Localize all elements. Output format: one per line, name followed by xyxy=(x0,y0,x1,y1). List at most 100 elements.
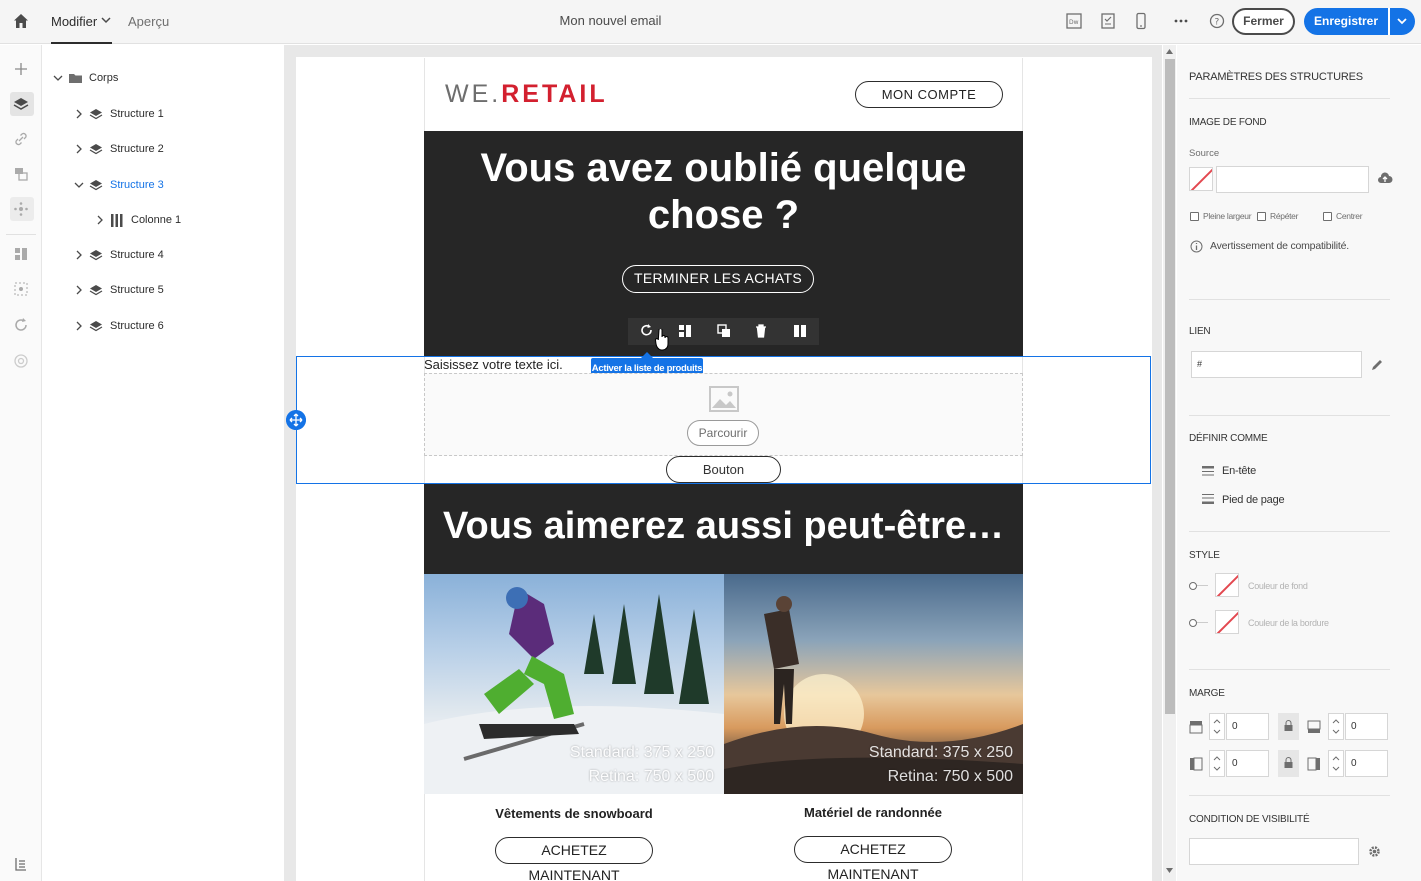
columns-icon[interactable] xyxy=(792,323,808,339)
pencil-icon[interactable] xyxy=(1370,358,1384,372)
personalization-icon[interactable] xyxy=(12,200,30,218)
refresh-icon[interactable] xyxy=(12,316,30,334)
bg-image-source-input[interactable] xyxy=(1216,166,1369,193)
dynamic-content-icon[interactable] xyxy=(12,280,30,298)
layers-icon xyxy=(89,109,103,120)
product-name-hiking[interactable]: Matériel de randonnée xyxy=(723,805,1023,820)
buy-now-button[interactable]: ACHETEZ MAINTENANT xyxy=(794,836,952,881)
checklist-icon[interactable] xyxy=(1099,12,1117,30)
chevron-right-icon[interactable] xyxy=(73,249,85,261)
define-as-heading: DÉFINIR COMME xyxy=(1189,433,1268,444)
more-icon[interactable] xyxy=(1172,12,1190,30)
chevron-right-icon[interactable] xyxy=(73,284,85,296)
svg-text:Dw: Dw xyxy=(1069,19,1079,26)
link-icon[interactable] xyxy=(12,130,30,148)
close-button[interactable]: Fermer xyxy=(1232,8,1295,35)
margin-right-input[interactable]: 0 xyxy=(1345,750,1388,777)
visibility-condition-input[interactable] xyxy=(1189,838,1359,865)
save-button[interactable]: Enregistrer xyxy=(1304,8,1415,35)
lock-icon[interactable] xyxy=(1278,713,1299,740)
link-input[interactable]: # xyxy=(1191,351,1362,378)
product-name-snowboard[interactable]: Vêtements de snowboard xyxy=(424,806,724,821)
assets-icon[interactable] xyxy=(12,165,30,183)
generic-button[interactable]: Bouton xyxy=(666,456,781,483)
bg-color-swatch[interactable] xyxy=(1215,573,1239,597)
tree-item-structure-5[interactable]: Structure 5 xyxy=(73,280,273,300)
chevron-down-icon[interactable] xyxy=(52,72,64,84)
margin-top-input[interactable]: 0 xyxy=(1226,713,1269,740)
margin-top-stepper[interactable] xyxy=(1209,713,1225,740)
tree-item-structure-1[interactable]: Structure 1 xyxy=(73,104,273,124)
compatibility-warning[interactable]: Avertissement de compatibilité. xyxy=(1210,240,1349,252)
lock-icon[interactable] xyxy=(1278,750,1299,777)
product-image-hiking[interactable]: Standard: 375 x 250 Retina: 750 x 500 xyxy=(724,574,1023,794)
border-color-toggle[interactable] xyxy=(1189,619,1197,627)
margin-right-stepper[interactable] xyxy=(1328,750,1344,777)
buy-now-button[interactable]: ACHETEZ MAINTENANT xyxy=(495,837,653,881)
repeat-label: Répéter xyxy=(1270,211,1299,221)
history-icon[interactable] xyxy=(12,855,30,873)
tree-item-body[interactable]: Corps xyxy=(52,68,252,88)
scroll-down-icon[interactable] xyxy=(1165,867,1174,874)
fragments-icon[interactable] xyxy=(12,245,30,263)
move-icon[interactable] xyxy=(286,410,306,430)
recommendations-title[interactable]: Vous aimerez aussi peut-être… xyxy=(424,503,1023,549)
margin-left-stepper[interactable] xyxy=(1209,750,1225,777)
gear-icon[interactable] xyxy=(1367,844,1382,859)
stepper-arrows-icon[interactable] xyxy=(1329,714,1343,739)
upload-cloud-icon[interactable] xyxy=(1377,171,1393,187)
tree-item-structure-3[interactable]: Structure 3 xyxy=(73,175,273,195)
dreamweaver-icon[interactable]: Dw xyxy=(1065,12,1083,30)
text-placeholder[interactable]: Saisissez votre texte ici. xyxy=(424,357,563,372)
margin-bottom-input[interactable]: 0 xyxy=(1345,713,1388,740)
scroll-up-icon[interactable] xyxy=(1165,48,1174,55)
define-as-footer[interactable]: Pied de page xyxy=(1222,494,1285,506)
full-width-checkbox[interactable] xyxy=(1190,212,1199,221)
tree-item-structure-6[interactable]: Structure 6 xyxy=(73,316,273,336)
tree-item-column-1[interactable]: Colonne 1 xyxy=(94,210,274,230)
stepper-arrows-icon[interactable] xyxy=(1329,751,1343,776)
center-checkbox[interactable] xyxy=(1323,212,1332,221)
border-color-swatch[interactable] xyxy=(1215,610,1239,634)
compliance-icon[interactable] xyxy=(12,352,30,370)
panel-divider xyxy=(1189,299,1390,300)
bg-image-swatch[interactable] xyxy=(1189,167,1213,191)
chevron-right-icon[interactable] xyxy=(94,214,106,226)
chevron-right-icon[interactable] xyxy=(73,143,85,155)
margin-right-icon xyxy=(1307,757,1320,771)
help-icon[interactable]: ? xyxy=(1208,12,1226,30)
margin-lock[interactable] xyxy=(1278,750,1299,777)
browse-button[interactable]: Parcourir xyxy=(687,420,759,446)
stepper-arrows-icon[interactable] xyxy=(1210,751,1224,776)
margin-bottom-stepper[interactable] xyxy=(1328,713,1344,740)
add-icon[interactable] xyxy=(12,60,30,78)
layers-icon xyxy=(89,285,103,296)
chevron-down-icon[interactable] xyxy=(1396,15,1408,27)
product-list-icon[interactable] xyxy=(639,323,655,339)
style-heading: STYLE xyxy=(1189,550,1220,561)
fragment-icon[interactable] xyxy=(677,323,693,339)
canvas-scrollbar[interactable] xyxy=(1163,45,1176,881)
repeat-checkbox[interactable] xyxy=(1257,212,1266,221)
bg-color-toggle[interactable] xyxy=(1189,582,1197,590)
scrollbar-thumb[interactable] xyxy=(1165,59,1175,714)
layers-icon[interactable] xyxy=(12,95,30,113)
duplicate-icon[interactable] xyxy=(716,323,732,339)
mobile-preview-icon[interactable] xyxy=(1132,12,1150,30)
stepper-arrows-icon[interactable] xyxy=(1210,714,1224,739)
brand-logo: WE.RETAIL xyxy=(445,80,608,109)
checkout-button[interactable]: TERMINER LES ACHATS xyxy=(622,265,814,293)
chevron-down-icon[interactable] xyxy=(73,179,85,191)
delete-icon[interactable] xyxy=(753,323,769,339)
tree-item-structure-2[interactable]: Structure 2 xyxy=(73,139,273,159)
margin-lock[interactable] xyxy=(1278,713,1299,740)
product-image-snowboard[interactable]: Standard: 375 x 250 Retina: 750 x 500 xyxy=(424,574,724,794)
margin-left-input[interactable]: 0 xyxy=(1226,750,1269,777)
my-account-button[interactable]: MON COMPTE xyxy=(855,81,1003,108)
tree-item-structure-4[interactable]: Structure 4 xyxy=(73,245,273,265)
header-icon xyxy=(1202,466,1214,476)
chevron-right-icon[interactable] xyxy=(73,108,85,120)
hero-title[interactable]: Vous avez oublié quelque chose ? xyxy=(440,145,1007,239)
define-as-header[interactable]: En-tête xyxy=(1222,465,1256,477)
chevron-right-icon[interactable] xyxy=(73,320,85,332)
